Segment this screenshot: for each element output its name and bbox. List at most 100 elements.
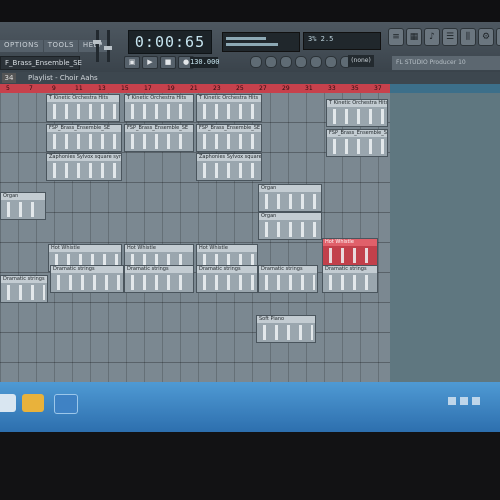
plugin-icon[interactable]: ⚙ xyxy=(478,28,494,46)
settings-icon[interactable]: ✦ xyxy=(496,28,500,46)
start-button-icon[interactable] xyxy=(0,394,16,412)
playlist-clip[interactable]: T Kinetic Orchestra Hits xyxy=(196,94,262,122)
pattern-mode-button[interactable]: ▣ xyxy=(124,56,140,69)
timeline-ruler[interactable]: 5 7 9 11 13 15 17 19 21 23 25 27 29 31 33 35 37 xyxy=(0,84,500,93)
clip-title: Hot Whistle xyxy=(49,245,121,252)
ruler-tick: 9 xyxy=(52,85,56,92)
playlist-clip[interactable]: Dramatic strings xyxy=(124,265,194,293)
playlist-clip[interactable]: Organ xyxy=(258,184,322,212)
snap-selector[interactable]: (none) xyxy=(348,55,374,67)
clip-notes xyxy=(49,104,117,119)
clip-notes xyxy=(199,134,259,149)
fl-studio-taskbar-icon[interactable] xyxy=(22,394,44,412)
playlist-clip[interactable]: Dramatic strings xyxy=(322,265,378,293)
playlist-clip[interactable]: T Kinetic Orchestra Hits xyxy=(46,94,120,122)
clip-title: T Kinetic Orchestra Hits xyxy=(125,95,193,102)
ruler-tick: 37 xyxy=(374,85,382,92)
meter-left-bar xyxy=(226,37,266,40)
clip-title: Dramatic strings xyxy=(197,266,257,273)
playlist-clip[interactable]: Dramatic strings xyxy=(258,265,318,293)
stop-button[interactable]: ■ xyxy=(160,56,176,69)
ruler-tick: 33 xyxy=(328,85,336,92)
main-toolbar: OPTIONS TOOLS HELP F_Brass_Ensemble_SE 0… xyxy=(0,22,500,73)
playlist-clip[interactable]: FSP_Brass_Ensemble_SE xyxy=(124,124,194,152)
clip-title: T Kinetic Orchestra Hits xyxy=(47,95,119,102)
clip-notes xyxy=(199,163,259,178)
playlist-clip[interactable]: FSP_Brass_Ensemble_SE xyxy=(326,129,388,157)
snap-toggle-2[interactable] xyxy=(265,56,277,68)
clip-notes xyxy=(127,104,191,119)
clip-title: Zaphonies Sylvox square synth xyxy=(197,154,262,161)
ruler-tick: 5 xyxy=(6,85,10,92)
ruler-tick: 15 xyxy=(121,85,129,92)
piano-roll-icon[interactable]: ♪ xyxy=(424,28,440,46)
ruler-tick: 11 xyxy=(75,85,83,92)
playlist-clip[interactable]: T Kinetic Orchestra Hits xyxy=(326,99,388,127)
playlist-icon[interactable]: ≡ xyxy=(388,28,404,46)
output-meter xyxy=(222,32,300,52)
ruler-tick: 35 xyxy=(351,85,359,92)
playlist-clip[interactable]: Soft Piano xyxy=(256,315,316,343)
tempo-display[interactable]: 130.000 xyxy=(190,57,220,68)
playlist-empty-area[interactable] xyxy=(390,93,500,393)
clip-title: Dramatic strings xyxy=(1,276,47,283)
tray-arrow-icon[interactable] xyxy=(448,397,456,405)
clip-title: Organ xyxy=(259,213,321,220)
playlist-clip[interactable]: Hot Whistle xyxy=(322,238,378,266)
clip-notes xyxy=(259,325,313,340)
channel-name-field[interactable]: F_Brass_Ensemble_SE xyxy=(0,56,82,70)
ruler-tick: 21 xyxy=(190,85,198,92)
system-tray xyxy=(448,397,480,405)
playlist-clip[interactable]: Dramatic strings xyxy=(0,275,48,303)
clip-notes xyxy=(199,275,255,290)
tray-network-icon[interactable] xyxy=(460,397,468,405)
master-faders xyxy=(92,28,116,66)
clip-notes xyxy=(49,134,119,149)
clip-notes xyxy=(261,275,315,290)
snap-toggle-3[interactable] xyxy=(280,56,292,68)
ruler-tick: 27 xyxy=(259,85,267,92)
master-volume-fader[interactable] xyxy=(93,30,101,62)
playlist-clip[interactable]: Organ xyxy=(0,192,46,220)
clip-title: Zaphonies Sylvox square synth xyxy=(47,154,122,161)
tray-volume-icon[interactable] xyxy=(472,397,480,405)
mixer-icon[interactable]: ⫼ xyxy=(460,28,476,46)
clip-title: FSP_Brass_Ensemble_SE xyxy=(327,130,388,137)
clip-title: FSP_Brass_Ensemble_SE xyxy=(125,125,193,132)
ruler-tick: 7 xyxy=(29,85,33,92)
clip-title: Dramatic strings xyxy=(51,266,123,273)
master-pitch-fader[interactable] xyxy=(104,30,112,62)
clip-title: T Kinetic Orchestra Hits xyxy=(197,95,261,102)
snap-toggle-4[interactable] xyxy=(295,56,307,68)
playlist-clip[interactable]: Organ xyxy=(258,212,322,240)
clip-title: Dramatic strings xyxy=(259,266,317,273)
playlist-clip[interactable]: Zaphonies Sylvox square synth xyxy=(46,153,122,181)
pattern-number[interactable]: 34 xyxy=(2,73,16,83)
clip-notes xyxy=(329,109,385,124)
play-button[interactable]: ▶ xyxy=(142,56,158,69)
clip-title: Organ xyxy=(1,193,45,200)
menu-options[interactable]: OPTIONS xyxy=(0,40,43,52)
snap-toggle-1[interactable] xyxy=(250,56,262,68)
menu-tools[interactable]: TOOLS xyxy=(43,40,78,52)
clip-notes xyxy=(127,134,191,149)
playlist-clip[interactable]: FSP_Brass_Ensemble_SE xyxy=(196,124,262,152)
step-sequencer-icon[interactable]: ▦ xyxy=(406,28,422,46)
clip-notes xyxy=(53,275,121,290)
clip-notes xyxy=(261,194,319,209)
playlist-clip[interactable]: Zaphonies Sylvox square synth xyxy=(196,153,262,181)
clip-title: Hot Whistle xyxy=(197,245,257,252)
snap-toggle-6[interactable] xyxy=(325,56,337,68)
clip-notes xyxy=(329,139,385,154)
ruler-tick: 13 xyxy=(98,85,106,92)
playlist-clip[interactable]: Dramatic strings xyxy=(196,265,258,293)
snap-toggle-5[interactable] xyxy=(310,56,322,68)
browser-taskbar-icon[interactable] xyxy=(54,394,78,414)
playlist-clip[interactable]: Dramatic strings xyxy=(50,265,124,293)
playlist-clip[interactable]: FSP_Brass_Ensemble_SE xyxy=(46,124,122,152)
ruler-tick: 17 xyxy=(144,85,152,92)
browser-icon[interactable]: ☰ xyxy=(442,28,458,46)
playlist-clip[interactable]: T Kinetic Orchestra Hits xyxy=(124,94,194,122)
snap-buttons xyxy=(250,56,352,68)
clip-title: Hot Whistle xyxy=(323,239,377,246)
